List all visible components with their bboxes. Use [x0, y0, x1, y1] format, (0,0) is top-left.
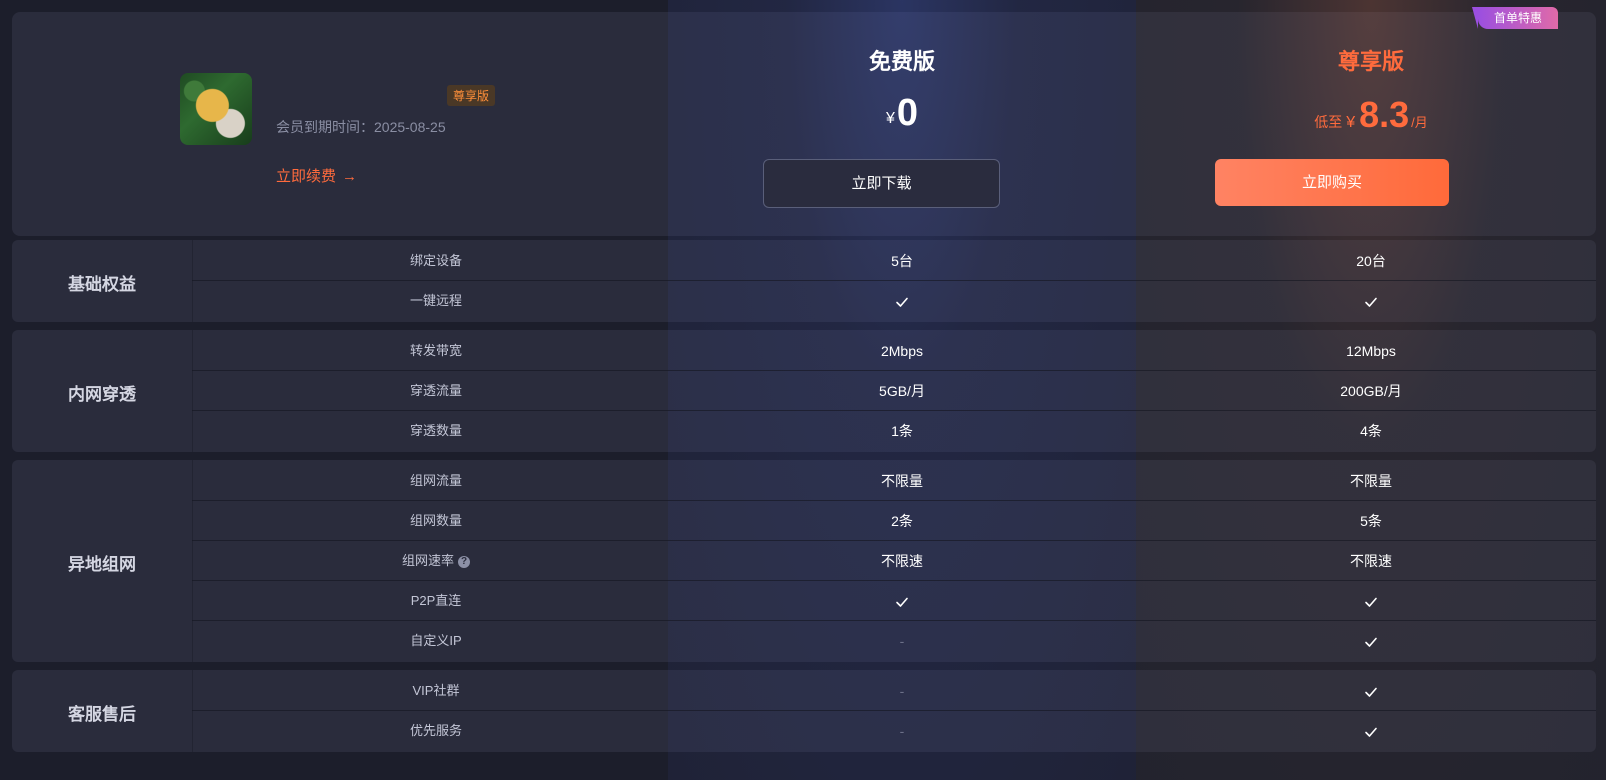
- arrow-right-icon: →: [342, 168, 358, 185]
- free-plan-value: 5GB/月: [879, 383, 925, 399]
- free-plan-value: 2Mbps: [880, 343, 924, 359]
- feature-name: 自定义IP: [192, 621, 680, 661]
- feature-row: P2P直连: [12, 581, 1596, 621]
- check-icon: [1136, 621, 1606, 661]
- price-prefix: 低至: [1314, 114, 1343, 130]
- free-plan-value-dash: -: [668, 621, 1136, 661]
- feature-name: 组网速率?: [192, 541, 680, 581]
- dash-mark: -: [899, 683, 905, 699]
- feature-name-text: 组网流量: [409, 473, 462, 488]
- free-plan-value-dash: -: [668, 671, 1136, 711]
- feature-name: 一键远程: [192, 281, 680, 321]
- feature-name-text: 组网速率: [401, 553, 454, 568]
- feature-name: P2P直连: [192, 581, 680, 621]
- check-icon: [1136, 581, 1606, 621]
- download-button[interactable]: 立即下载: [763, 159, 1000, 208]
- expire-info: 会员到期时间：2025-08-25: [276, 117, 446, 137]
- feature-name: 组网流量: [192, 461, 680, 501]
- feature-row: 组网速率? 不限速 不限速: [12, 541, 1596, 581]
- plan-free-price: ¥0: [668, 92, 1136, 135]
- feature-name-text: 组网数量: [409, 513, 462, 528]
- vip-plan-value: 不限量: [1350, 473, 1392, 489]
- price-unit: /月: [1411, 115, 1428, 130]
- feature-name-text: VIP社群: [412, 683, 460, 698]
- feature-name-text: 优先服务: [409, 723, 462, 738]
- check-icon: [1136, 711, 1606, 751]
- expire-date: 2025-08-25: [374, 119, 446, 135]
- feature-row: 穿透数量 1条 4条: [12, 411, 1596, 451]
- feature-name-text: P2P直连: [410, 593, 462, 608]
- vip-plan-value: 4条: [1360, 423, 1382, 439]
- check-icon: [1136, 281, 1606, 321]
- pricing-page: 尊享版 会员到期时间：2025-08-25 立即续费 → 免费版 ¥0 立即下载 …: [0, 0, 1606, 780]
- free-plan-value: 不限速: [881, 553, 923, 569]
- dash-mark: -: [899, 633, 905, 649]
- free-plan-value: 2条: [891, 513, 913, 529]
- feature-name: 绑定设备: [192, 241, 680, 281]
- free-plan-value: 不限量: [881, 473, 923, 489]
- plan-vip-price: 低至 ¥8.3/月: [1136, 94, 1606, 136]
- feature-row: 自定义IP -: [12, 621, 1596, 661]
- feature-name: 穿透流量: [192, 371, 680, 411]
- buy-button[interactable]: 立即购买: [1215, 159, 1449, 206]
- free-plan-value: 1条: [891, 423, 913, 439]
- feature-row: 优先服务 -: [12, 711, 1596, 751]
- first-order-badge: 首单特惠: [1472, 7, 1558, 29]
- membership-badge: 尊享版: [447, 85, 496, 106]
- price-value: 0: [896, 92, 919, 134]
- vip-plan-value: 5条: [1360, 513, 1382, 529]
- feature-name-text: 穿透数量: [409, 423, 462, 438]
- vip-plan-value: 12Mbps: [1346, 343, 1396, 359]
- plan-free-title: 免费版: [868, 49, 935, 74]
- check-icon: [1136, 671, 1606, 711]
- free-plan-value: 5台: [891, 253, 913, 269]
- free-plan-value-dash: -: [668, 711, 1136, 751]
- avatar[interactable]: [180, 73, 252, 145]
- feature-name-text: 穿透流量: [409, 383, 462, 398]
- feature-name: VIP社群: [192, 671, 680, 711]
- feature-name-text: 一键远程: [409, 293, 462, 308]
- vip-plan-value: 不限速: [1350, 553, 1392, 569]
- feature-name-text: 绑定设备: [409, 253, 462, 268]
- check-icon: [668, 281, 1136, 321]
- feature-row: 转发带宽 2Mbps 12Mbps: [12, 331, 1596, 371]
- feature-name: 组网数量: [192, 501, 680, 541]
- feature-row: 组网流量 不限量 不限量: [12, 461, 1596, 501]
- help-icon[interactable]: ?: [458, 556, 470, 568]
- renew-label: 立即续费: [276, 168, 337, 185]
- expire-label: 会员到期时间：: [276, 119, 374, 135]
- feature-name-text: 转发带宽: [409, 343, 462, 358]
- currency-symbol: ¥: [885, 110, 895, 127]
- price-value: 8.3: [1359, 94, 1410, 135]
- vip-plan-value: 200GB/月: [1340, 383, 1402, 399]
- feature-row: 绑定设备 5台 20台: [12, 241, 1596, 281]
- feature-name: 优先服务: [192, 711, 680, 751]
- feature-row: 组网数量 2条 5条: [12, 501, 1596, 541]
- feature-name: 转发带宽: [192, 331, 680, 371]
- plan-vip-title: 尊享版: [1337, 49, 1404, 74]
- currency-symbol: ¥: [1346, 114, 1356, 131]
- feature-row: VIP社群 -: [12, 671, 1596, 711]
- feature-row: 一键远程: [12, 281, 1596, 321]
- feature-name-text: 自定义IP: [410, 633, 462, 648]
- check-icon: [668, 581, 1136, 621]
- feature-row: 穿透流量 5GB/月 200GB/月: [12, 371, 1596, 411]
- dash-mark: -: [899, 723, 905, 739]
- vip-plan-value: 20台: [1356, 253, 1386, 269]
- feature-name: 穿透数量: [192, 411, 680, 451]
- renew-link[interactable]: 立即续费 →: [276, 165, 357, 186]
